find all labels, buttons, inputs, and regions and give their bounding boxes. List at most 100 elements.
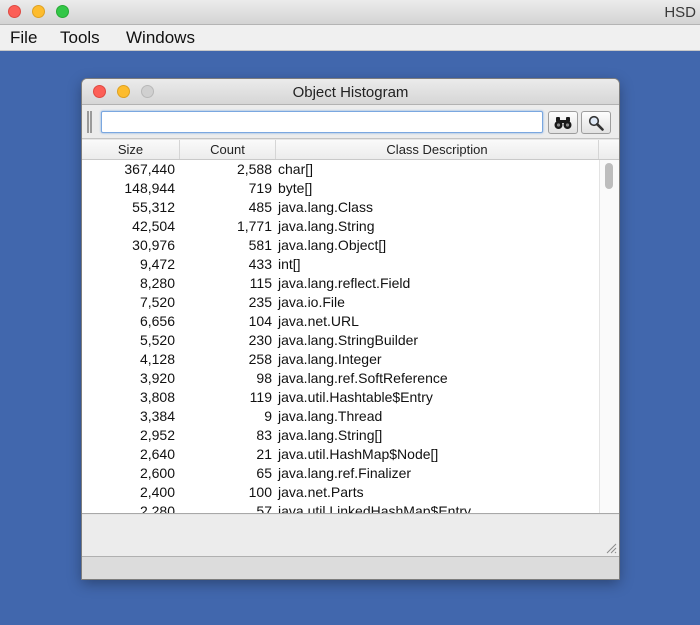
scrollbar-thumb[interactable]: [605, 163, 613, 189]
cell-size: 42,504: [132, 218, 175, 234]
magnifier-icon: [588, 115, 604, 131]
cell-class-description: int[]: [278, 256, 301, 272]
cell-count: 2,588: [236, 161, 272, 177]
table-row[interactable]: 42,504 1,771 java.lang.String: [82, 217, 599, 236]
table-row[interactable]: 7,520 235 java.io.File: [82, 293, 599, 312]
resize-grip-icon[interactable]: [605, 542, 617, 554]
cell-size: 4,128: [139, 351, 175, 367]
table-row[interactable]: 3,808 119 java.util.Hashtable$Entry: [82, 388, 599, 407]
search-button[interactable]: [581, 111, 611, 134]
cell-count: 83: [256, 427, 272, 443]
cell-size: 5,520: [139, 332, 175, 348]
app-minimize-button[interactable]: [32, 5, 45, 18]
cell-count: 104: [248, 313, 272, 329]
column-header-size[interactable]: Size: [82, 140, 180, 159]
table-row[interactable]: 6,656 104 java.net.URL: [82, 312, 599, 331]
app-titlebar: HSD: [0, 0, 700, 25]
cell-size: 148,944: [124, 180, 175, 196]
cell-class-description: java.lang.Integer: [278, 351, 382, 367]
app-title: HSD: [664, 4, 696, 21]
cell-count: 258: [248, 351, 272, 367]
cell-class-description: java.lang.reflect.Field: [278, 275, 411, 291]
cell-count: 98: [256, 370, 272, 386]
cell-class-description: java.lang.ref.Finalizer: [278, 465, 412, 481]
app-close-button[interactable]: [8, 5, 21, 18]
table-row[interactable]: 148,944 719 byte[]: [82, 179, 599, 198]
search-input[interactable]: [101, 111, 543, 133]
table-row[interactable]: 9,472 433 int[]: [82, 255, 599, 274]
toolbar: [82, 105, 619, 139]
cell-class-description: java.lang.String[]: [278, 427, 383, 443]
cell-size: 3,384: [139, 408, 175, 424]
status-pane: [82, 515, 619, 557]
table-row[interactable]: 2,640 21 java.util.HashMap$Node[]: [82, 445, 599, 464]
table-row[interactable]: 367,440 2,588 char[]: [82, 160, 599, 179]
cell-class-description: java.lang.ref.SoftReference: [278, 370, 448, 386]
cell-class-description: java.io.File: [278, 294, 345, 310]
cell-size: 8,280: [139, 275, 175, 291]
table-row[interactable]: 2,280 57 java.util.LinkedHashMap$Entry: [82, 502, 599, 514]
column-header-class-description[interactable]: Class Description: [276, 140, 599, 159]
table-row[interactable]: 2,600 65 java.lang.ref.Finalizer: [82, 464, 599, 483]
cell-size: 3,808: [139, 389, 175, 405]
cell-count: 119: [249, 389, 272, 405]
cell-size: 2,640: [139, 446, 175, 462]
cell-class-description: java.util.LinkedHashMap$Entry: [278, 503, 471, 514]
window-titlebar[interactable]: Object Histogram: [82, 79, 619, 105]
cell-class-description: java.lang.Class: [278, 199, 373, 215]
cell-class-description: byte[]: [278, 180, 313, 196]
cell-class-description: char[]: [278, 161, 314, 177]
cell-size: 2,280: [139, 503, 175, 514]
app-zoom-button[interactable]: [56, 5, 69, 18]
table-row[interactable]: 30,976 581 java.lang.Object[]: [82, 236, 599, 255]
cell-size: 2,952: [139, 427, 175, 443]
table-header: Size Count Class Description: [82, 140, 619, 160]
cell-count: 1,771: [236, 218, 272, 234]
cell-count: 581: [248, 237, 272, 253]
table-row[interactable]: 5,520 230 java.lang.StringBuilder: [82, 331, 599, 350]
cell-class-description: java.util.Hashtable$Entry: [278, 389, 433, 405]
cell-count: 719: [248, 180, 272, 196]
cell-size: 7,520: [139, 294, 175, 310]
cell-count: 65: [256, 465, 272, 481]
cell-count: 57: [256, 503, 272, 514]
window-title: Object Histogram: [292, 84, 409, 101]
table-row[interactable]: 8,280 115 java.lang.reflect.Field: [82, 274, 599, 293]
cell-class-description: java.util.HashMap$Node[]: [278, 446, 439, 462]
cell-class-description: java.net.Parts: [278, 484, 364, 500]
cell-size: 2,600: [139, 465, 175, 481]
find-button[interactable]: [548, 111, 578, 134]
cell-size: 9,472: [139, 256, 175, 272]
cell-size: 3,920: [139, 370, 175, 386]
menu-file[interactable]: File: [10, 28, 37, 48]
vertical-scrollbar[interactable]: [599, 160, 619, 513]
table-row[interactable]: 3,384 9 java.lang.Thread: [82, 407, 599, 426]
toolbar-grip-handle[interactable]: [87, 111, 92, 133]
menubar: File Tools Windows: [0, 25, 700, 51]
cell-class-description: java.net.URL: [278, 313, 359, 329]
table-row[interactable]: 2,952 83 java.lang.String[]: [82, 426, 599, 445]
object-histogram-window: Object Histogram Size Count Class Descri…: [82, 79, 619, 579]
cell-size: 367,440: [124, 161, 175, 177]
cell-size: 55,312: [132, 199, 175, 215]
binoculars-icon: [554, 116, 572, 129]
cell-count: 115: [249, 275, 272, 291]
cell-size: 2,400: [139, 484, 175, 500]
cell-class-description: java.lang.StringBuilder: [278, 332, 419, 348]
histogram-table: Size Count Class Description 367,440 2,58…: [82, 140, 619, 514]
menu-tools[interactable]: Tools: [60, 28, 100, 48]
table-row[interactable]: 2,400 100 java.net.Parts: [82, 483, 599, 502]
cell-count: 230: [248, 332, 272, 348]
cell-class-description: java.lang.Object[]: [278, 237, 387, 253]
cell-count: 485: [248, 199, 272, 215]
table-row[interactable]: 3,920 98 java.lang.ref.SoftReference: [82, 369, 599, 388]
lower-pane: [82, 557, 619, 579]
cell-class-description: java.lang.Thread: [278, 408, 383, 424]
cell-count: 235: [248, 294, 272, 310]
menu-windows[interactable]: Windows: [126, 28, 195, 48]
table-row[interactable]: 4,128 258 java.lang.Integer: [82, 350, 599, 369]
table-row[interactable]: 55,312 485 java.lang.Class: [82, 198, 599, 217]
column-header-count[interactable]: Count: [180, 140, 276, 159]
table-body: 367,440 2,588 char[] 148,944 719 byte[] 55,312…: [82, 160, 599, 514]
cell-count: 9: [264, 408, 272, 424]
